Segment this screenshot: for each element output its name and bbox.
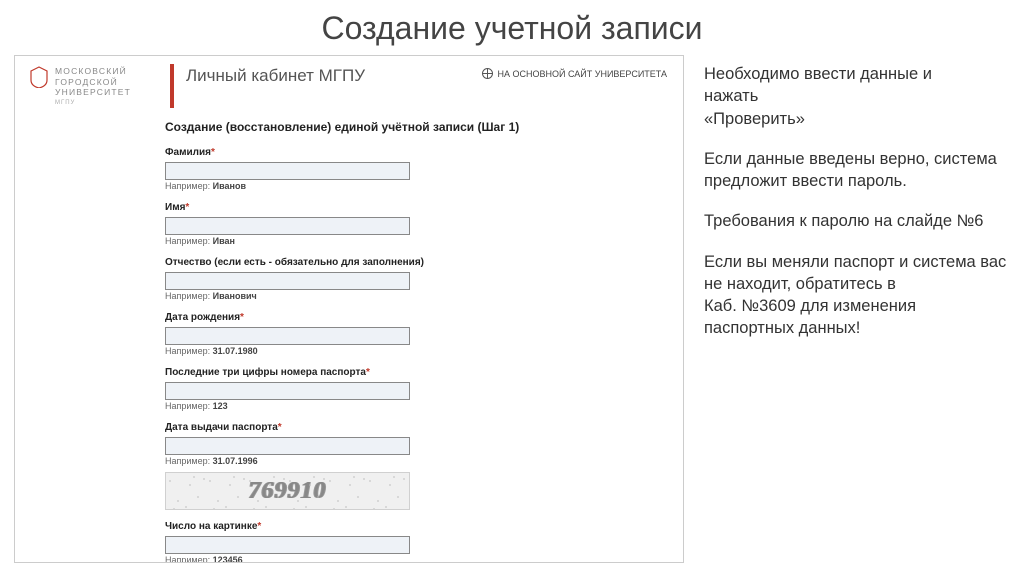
hint-label: Например: bbox=[165, 236, 210, 246]
logo-line3: УНИВЕРСИТЕТ bbox=[29, 87, 156, 98]
captcha-image: 769910 bbox=[165, 472, 410, 510]
required-mark: * bbox=[240, 312, 244, 323]
globe-icon bbox=[482, 68, 493, 79]
browser-screenshot: МОСКОВСКИЙ ГОРОДСКОЙ УНИВЕРСИТЕТ МГПУ Ли… bbox=[14, 55, 684, 563]
note-3: Требования к паролю на слайде №6 bbox=[704, 210, 1010, 232]
name-input[interactable] bbox=[165, 217, 410, 235]
pass3-input[interactable] bbox=[165, 382, 410, 400]
captcha-label: Число на картинке bbox=[165, 521, 257, 532]
surname-input[interactable] bbox=[165, 162, 410, 180]
surname-hint: Иванов bbox=[213, 181, 246, 191]
field-patronymic: Отчество (если есть - обязательно для за… bbox=[165, 252, 655, 301]
surname-label: Фамилия bbox=[165, 147, 211, 158]
hint-label: Например: bbox=[165, 401, 210, 411]
patronymic-hint: Иванович bbox=[213, 291, 257, 301]
logo-sub: МГПУ bbox=[29, 100, 156, 108]
field-passport-last3: Последние три цифры номера паспорта* Нап… bbox=[165, 362, 655, 411]
required-mark: * bbox=[366, 367, 370, 378]
field-captcha: Число на картинке* Например: 123456 bbox=[165, 516, 655, 563]
registration-form: Создание (восстановление) единой учётной… bbox=[15, 116, 655, 563]
note-1: Необходимо ввести данные и нажать «Прове… bbox=[704, 63, 1010, 130]
required-mark: * bbox=[257, 521, 261, 532]
hint-label: Например: bbox=[165, 346, 210, 356]
required-mark: * bbox=[185, 202, 189, 213]
passdate-label: Дата выдачи паспорта bbox=[165, 422, 278, 433]
field-name: Имя* Например: Иван bbox=[165, 197, 655, 246]
pass3-hint: 123 bbox=[213, 401, 228, 411]
note-2: Если данные введены верно, система предл… bbox=[704, 148, 1010, 193]
hint-label: Например: bbox=[165, 555, 210, 563]
note-4: Если вы меняли паспорт и система вас не … bbox=[704, 251, 1010, 340]
field-passport-date: Дата выдачи паспорта* Например: 31.07.19… bbox=[165, 417, 655, 466]
pass3-label: Последние три цифры номера паспорта bbox=[165, 367, 366, 378]
name-label: Имя bbox=[165, 202, 185, 213]
patronymic-input[interactable] bbox=[165, 272, 410, 290]
site-header: МОСКОВСКИЙ ГОРОДСКОЙ УНИВЕРСИТЕТ МГПУ Ли… bbox=[15, 56, 683, 116]
note-1a: Необходимо ввести данные и bbox=[704, 65, 932, 83]
hint-label: Например: bbox=[165, 181, 210, 191]
patronymic-label: Отчество (если есть - обязательно для за… bbox=[165, 257, 424, 268]
external-site-label: НА ОСНОВНОЙ САЙТ УНИВЕРСИТЕТА bbox=[497, 69, 667, 79]
captcha-noise bbox=[166, 473, 409, 509]
note-1c: «Проверить» bbox=[704, 110, 805, 128]
hint-label: Например: bbox=[165, 456, 210, 466]
dob-hint: 31.07.1980 bbox=[213, 346, 258, 356]
captcha-hint: 123456 bbox=[213, 555, 243, 563]
captcha-input[interactable] bbox=[165, 536, 410, 554]
university-logo: МОСКОВСКИЙ ГОРОДСКОЙ УНИВЕРСИТЕТ МГПУ bbox=[15, 56, 170, 117]
dob-input[interactable] bbox=[165, 327, 410, 345]
logo-icon bbox=[29, 66, 49, 88]
external-site-link[interactable]: НА ОСНОВНОЙ САЙТ УНИВЕРСИТЕТА bbox=[482, 56, 683, 79]
cabinet-title: Личный кабинет МГПУ bbox=[186, 56, 482, 86]
field-dob: Дата рождения* Например: 31.07.1980 bbox=[165, 307, 655, 356]
slide-title: Создание учетной записи bbox=[0, 0, 1024, 55]
slide-notes: Необходимо ввести данные и нажать «Прове… bbox=[704, 55, 1010, 563]
required-mark: * bbox=[278, 422, 282, 433]
dob-label: Дата рождения bbox=[165, 312, 240, 323]
note-1b: нажать bbox=[704, 87, 758, 105]
passdate-input[interactable] bbox=[165, 437, 410, 455]
passdate-hint: 31.07.1996 bbox=[213, 456, 258, 466]
hint-label: Например: bbox=[165, 291, 210, 301]
required-mark: * bbox=[211, 147, 215, 158]
note-4b: Каб. №3609 для изменения паспортных данн… bbox=[704, 297, 916, 337]
accent-divider bbox=[170, 64, 174, 108]
name-hint: Иван bbox=[213, 236, 235, 246]
form-heading: Создание (восстановление) единой учётной… bbox=[165, 120, 655, 134]
note-4a: Если вы меняли паспорт и система вас не … bbox=[704, 253, 1006, 293]
field-surname: Фамилия* Например: Иванов bbox=[165, 142, 655, 191]
